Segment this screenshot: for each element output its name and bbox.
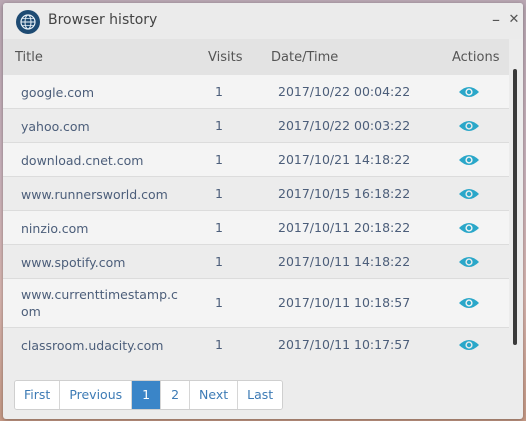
header-actions: Actions <box>452 50 500 65</box>
eye-icon[interactable] <box>458 119 480 133</box>
row-visits: 1 <box>215 118 223 133</box>
row-title[interactable]: www.runnersworld.com <box>21 186 181 203</box>
row-datetime: 2017/10/11 10:17:57 <box>278 337 411 352</box>
eye-icon[interactable] <box>458 338 480 352</box>
eye-icon[interactable] <box>458 187 480 201</box>
header-datetime[interactable]: Date/Time <box>271 50 338 65</box>
row-datetime: 2017/10/11 20:18:22 <box>278 220 411 235</box>
row-title[interactable]: www.currenttimestamp.com <box>21 286 181 320</box>
row-datetime: 2017/10/22 00:03:22 <box>278 118 411 133</box>
row-title[interactable]: classroom.udacity.com <box>21 337 181 354</box>
eye-icon[interactable] <box>458 296 480 310</box>
history-table-body: google.com 1 2017/10/22 00:04:22 yahoo.c… <box>3 75 509 361</box>
table-row[interactable]: download.cnet.com 1 2017/10/21 14:18:22 <box>3 143 509 177</box>
table-row[interactable]: www.spotify.com 1 2017/10/11 14:18:22 <box>3 245 509 279</box>
row-visits: 1 <box>215 337 223 352</box>
row-datetime: 2017/10/21 14:18:22 <box>278 152 411 167</box>
row-datetime: 2017/10/11 10:18:57 <box>278 295 411 310</box>
table-row[interactable]: www.currenttimestamp.com 1 2017/10/11 10… <box>3 279 509 328</box>
last-page-button[interactable]: Last <box>238 381 283 409</box>
previous-page-button[interactable]: Previous <box>60 381 133 409</box>
header-visits[interactable]: Visits <box>208 50 242 65</box>
table-header: Title Visits Date/Time Actions <box>3 39 509 76</box>
row-datetime: 2017/10/11 14:18:22 <box>278 254 411 269</box>
page-1-button[interactable]: 1 <box>132 381 162 409</box>
page-2-button[interactable]: 2 <box>161 381 191 409</box>
row-visits: 1 <box>215 152 223 167</box>
close-button[interactable]: ✕ <box>505 9 523 31</box>
row-visits: 1 <box>215 186 223 201</box>
row-datetime: 2017/10/22 00:04:22 <box>278 84 411 99</box>
row-visits: 1 <box>215 84 223 99</box>
table-row[interactable]: ninzio.com 1 2017/10/11 20:18:22 <box>3 211 509 245</box>
eye-icon[interactable] <box>458 255 480 269</box>
minimize-button[interactable]: – <box>487 9 505 31</box>
scrollbar-thumb[interactable] <box>513 69 517 345</box>
globe-icon <box>16 10 40 34</box>
row-visits: 1 <box>215 295 223 310</box>
row-visits: 1 <box>215 220 223 235</box>
browser-history-window: Browser history – ✕ Title Visits Date/Ti… <box>3 3 523 419</box>
title-bar[interactable]: Browser history – ✕ <box>3 3 523 39</box>
table-row[interactable]: yahoo.com 1 2017/10/22 00:03:22 <box>3 109 509 143</box>
eye-icon[interactable] <box>458 153 480 167</box>
next-page-button[interactable]: Next <box>190 381 239 409</box>
row-title[interactable]: google.com <box>21 84 181 101</box>
table-row[interactable]: classroom.udacity.com 1 2017/10/11 10:17… <box>3 328 509 361</box>
row-title[interactable]: ninzio.com <box>21 220 181 237</box>
table-row[interactable]: google.com 1 2017/10/22 00:04:22 <box>3 75 509 109</box>
pagination: First Previous 1 2 Next Last <box>14 380 284 410</box>
window-title: Browser history <box>48 12 158 28</box>
first-page-button[interactable]: First <box>15 381 61 409</box>
row-datetime: 2017/10/15 16:18:22 <box>278 186 411 201</box>
row-title[interactable]: yahoo.com <box>21 118 181 135</box>
eye-icon[interactable] <box>458 85 480 99</box>
table-row[interactable]: www.runnersworld.com 1 2017/10/15 16:18:… <box>3 177 509 211</box>
row-title[interactable]: www.spotify.com <box>21 254 181 271</box>
eye-icon[interactable] <box>458 221 480 235</box>
row-title[interactable]: download.cnet.com <box>21 152 181 169</box>
header-title[interactable]: Title <box>15 50 43 65</box>
row-visits: 1 <box>215 254 223 269</box>
